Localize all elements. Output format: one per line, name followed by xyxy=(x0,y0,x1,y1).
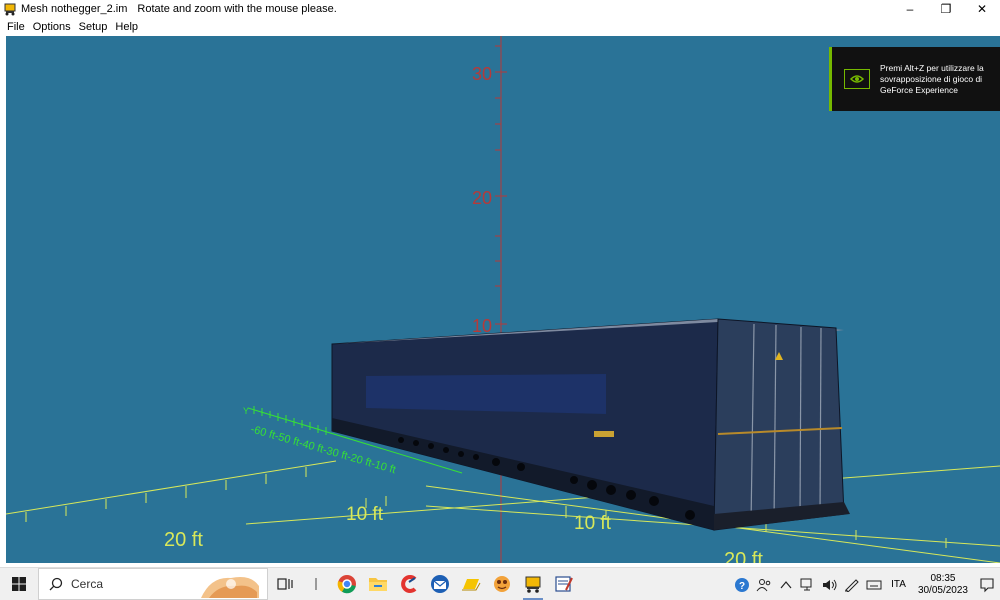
windows-logo-icon xyxy=(12,577,26,591)
title-bar: Mesh nothegger_2.im Rotate and zoom with… xyxy=(0,0,1000,18)
vertical-axis-label-20: 20 xyxy=(472,188,492,208)
search-icon xyxy=(49,577,63,591)
svg-text:?: ? xyxy=(739,581,745,592)
mesh-viewer-taskbar-icon[interactable] xyxy=(519,570,547,600)
floor-grid xyxy=(6,460,1000,563)
search-placeholder: Cerca xyxy=(71,577,104,591)
clock[interactable]: 08:35 30/05/2023 xyxy=(918,573,968,597)
language-indicator[interactable]: ITA xyxy=(891,579,906,590)
scene-canvas: 30 20 10 20 ft 10 ft 10 ft 20 ft Y -60 f… xyxy=(6,36,1000,563)
file-explorer-icon[interactable] xyxy=(364,570,392,598)
keyboard-icon[interactable] xyxy=(865,575,883,595)
window-title: Mesh nothegger_2.im xyxy=(21,3,128,15)
task-view-icon[interactable] xyxy=(271,570,299,598)
restore-button[interactable]: ❐ xyxy=(928,0,964,18)
overlay-accent-bar xyxy=(829,47,832,111)
clock-date: 30/05/2023 xyxy=(917,584,968,596)
notification-icon xyxy=(980,577,994,592)
chevron-up-icon[interactable] xyxy=(777,575,795,595)
window-controls: – ❐ ✕ xyxy=(892,0,1000,18)
minimize-button[interactable]: – xyxy=(892,0,928,18)
vertical-axis-label-30: 30 xyxy=(472,64,492,84)
folder-app-icon[interactable] xyxy=(457,570,485,598)
container-model xyxy=(331,318,850,531)
clock-time: 08:35 xyxy=(930,572,956,584)
overlay-message: Premi Alt+Z per utilizzare la sovrapposi… xyxy=(880,62,984,95)
editor-app-icon[interactable] xyxy=(550,570,578,598)
floor-label-10ft-left: 10 ft xyxy=(346,504,384,525)
nvidia-logo-icon xyxy=(844,69,870,89)
menu-options[interactable]: Options xyxy=(29,21,75,33)
network-icon[interactable] xyxy=(799,575,817,595)
separator-bar-icon xyxy=(302,570,330,598)
game-app-icon[interactable] xyxy=(488,570,516,598)
notification-center-button[interactable] xyxy=(974,568,1000,600)
taskbar-search[interactable]: Cerca xyxy=(38,568,268,600)
ccleaner-icon[interactable] xyxy=(395,570,423,598)
vertical-axis: 30 20 10 xyxy=(472,36,507,563)
window-hint: Rotate and zoom with the mouse please. xyxy=(137,3,337,15)
3d-viewport[interactable]: 30 20 10 20 ft 10 ft 10 ft 20 ft Y -60 f… xyxy=(6,36,1000,563)
volume-icon[interactable] xyxy=(821,575,839,595)
floor-label-20ft-right: 20 ft xyxy=(724,549,763,563)
green-axis-y-letter: Y xyxy=(243,406,249,416)
search-highlight-art-icon xyxy=(201,577,259,598)
system-tray: ? ITA 08:35 30/05/2023 xyxy=(731,568,1000,600)
menu-bar: File Options Setup Help xyxy=(0,18,1000,35)
menu-file[interactable]: File xyxy=(3,21,29,33)
truck-app-icon xyxy=(3,2,17,16)
menu-setup[interactable]: Setup xyxy=(75,21,112,33)
people-icon[interactable] xyxy=(755,575,773,595)
help-icon[interactable]: ? xyxy=(733,575,751,595)
geforce-overlay-notification[interactable]: Premi Alt+Z per utilizzare la sovrapposi… xyxy=(829,47,1000,111)
floor-label-10ft-right: 10 ft xyxy=(574,513,612,534)
close-button[interactable]: ✕ xyxy=(964,0,1000,18)
floor-label-20ft-left: 20 ft xyxy=(164,529,203,551)
thunderbird-icon[interactable] xyxy=(426,570,454,598)
vertical-axis-label-10: 10 xyxy=(472,316,492,336)
menu-help[interactable]: Help xyxy=(111,21,142,33)
pen-icon[interactable] xyxy=(843,575,861,595)
chrome-icon[interactable] xyxy=(333,570,361,598)
start-button[interactable] xyxy=(0,568,38,600)
taskbar: Cerca ? ITA 08:35 30/05/2023 xyxy=(0,567,1000,600)
